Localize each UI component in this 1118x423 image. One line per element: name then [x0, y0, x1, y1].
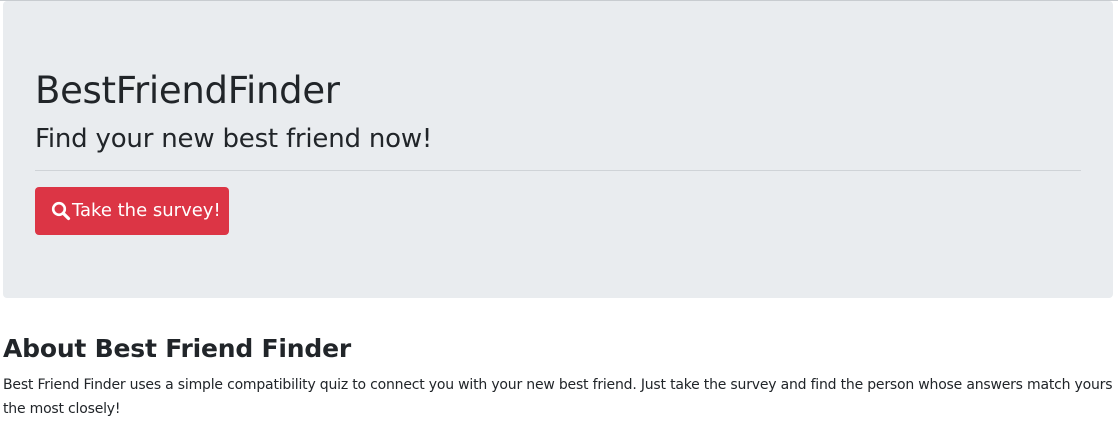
take-survey-label: Take the survey!: [72, 200, 221, 221]
page-title: BestFriendFinder: [35, 69, 340, 112]
jumbotron: BestFriendFinder Find your new best frie…: [3, 1, 1113, 298]
about-heading: About Best Friend Finder: [3, 334, 351, 363]
search-icon: [50, 200, 72, 222]
take-survey-button[interactable]: Take the survey!: [35, 187, 229, 235]
divider: [35, 170, 1081, 171]
about-description: Best Friend Finder uses a simple compati…: [3, 377, 1113, 417]
page-subtitle: Find your new best friend now!: [35, 124, 433, 154]
